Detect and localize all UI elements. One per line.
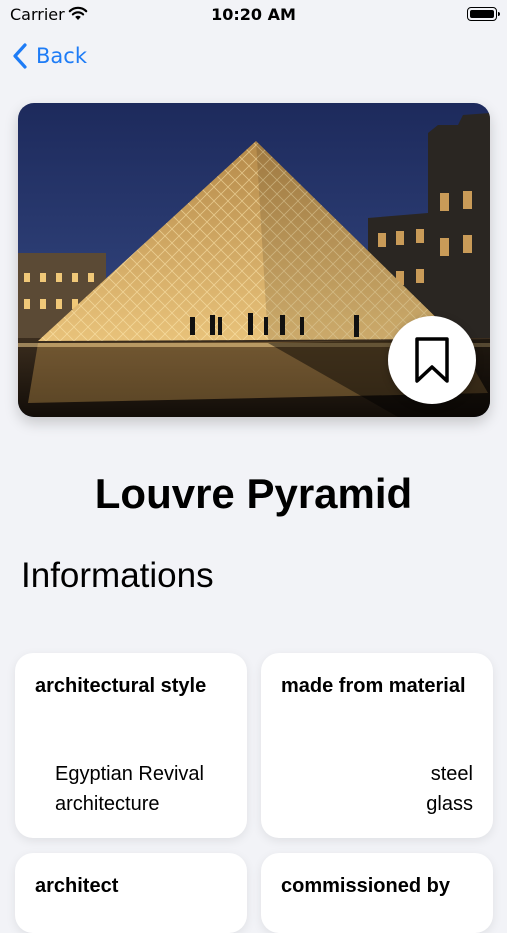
chevron-left-icon <box>13 43 27 69</box>
bookmark-icon <box>415 337 449 383</box>
card-label: architectural style <box>35 675 207 697</box>
info-card-made-from-material: made from material steel glass <box>261 653 493 838</box>
battery-icon <box>467 7 500 21</box>
card-value: glass <box>426 793 473 815</box>
card-values: Egyptian Revival architecture <box>55 759 204 819</box>
info-card-architectural-style: architectural style Egyptian Revival arc… <box>15 653 247 838</box>
bookmark-button[interactable] <box>388 316 476 404</box>
info-card-commissioned-by: commissioned by <box>261 853 493 933</box>
card-label: architect <box>35 875 119 897</box>
card-label: made from material <box>281 675 466 697</box>
section-heading: Informations <box>21 556 214 595</box>
info-card-architect: architect <box>15 853 247 933</box>
card-value: Egyptian Revival <box>55 763 204 785</box>
card-label: commissioned by <box>281 875 450 897</box>
card-value: steel <box>430 763 473 785</box>
back-button[interactable]: Back <box>12 42 87 70</box>
status-bar: Carrier 10:20 AM <box>0 0 507 30</box>
card-values: steel glass <box>426 759 473 819</box>
page-title: Louvre Pyramid <box>94 470 413 517</box>
back-label: Back <box>36 44 87 68</box>
status-time: 10:20 AM <box>211 5 296 24</box>
card-value: architecture <box>55 793 160 815</box>
